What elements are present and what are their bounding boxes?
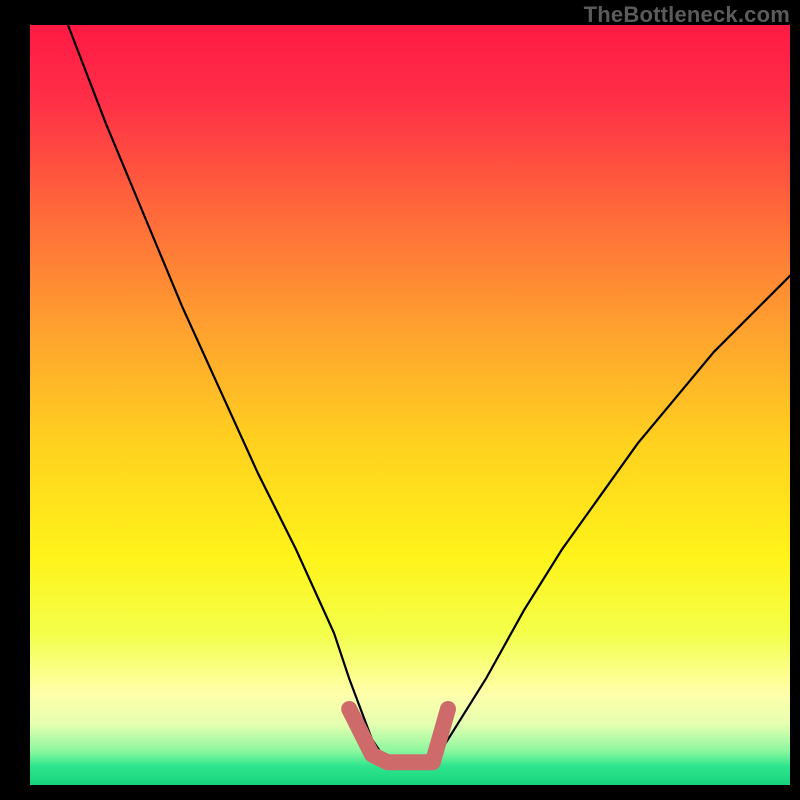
bottleneck-chart: [0, 0, 800, 800]
gradient-background: [30, 25, 790, 785]
chart-container: TheBottleneck.com: [0, 0, 800, 800]
watermark-text: TheBottleneck.com: [584, 2, 790, 28]
